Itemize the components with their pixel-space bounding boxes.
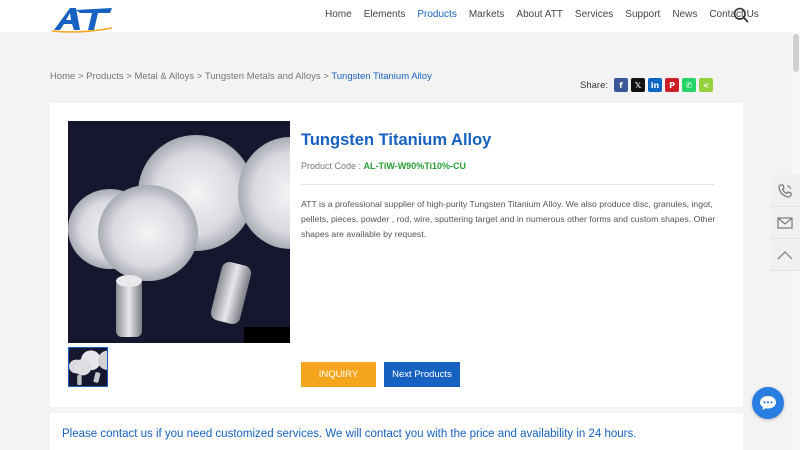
email-button[interactable] bbox=[770, 207, 800, 239]
share-bar: Share: f 𝕏 in P ✆ < bbox=[580, 78, 713, 92]
custom-service-notice: Please contact us if you need customized… bbox=[62, 428, 637, 440]
phone-icon bbox=[778, 183, 792, 198]
linkedin-share-icon[interactable]: in bbox=[648, 78, 662, 92]
nav-support[interactable]: Support bbox=[625, 9, 660, 20]
next-products-button[interactable]: Next Products bbox=[384, 362, 460, 387]
att-logo[interactable] bbox=[50, 4, 114, 34]
phone-button[interactable] bbox=[770, 175, 800, 207]
chat-bubble-icon bbox=[760, 396, 776, 410]
whatsapp-share-icon[interactable]: ✆ bbox=[682, 78, 696, 92]
breadcrumb-products[interactable]: Products bbox=[86, 71, 124, 82]
floating-side-tools bbox=[770, 175, 800, 271]
product-description: ATT is a professional supplier of high-p… bbox=[301, 199, 716, 239]
product-card: Tungsten Titanium Alloy Product Code : A… bbox=[50, 103, 743, 407]
breadcrumb-separator: > bbox=[75, 71, 87, 82]
product-code-value: AL-TiW-W90%Ti10%-CU bbox=[363, 161, 467, 171]
share-label: Share: bbox=[580, 79, 608, 91]
inquiry-button[interactable]: INQUIRY bbox=[301, 362, 376, 387]
chat-button[interactable] bbox=[752, 387, 784, 419]
custom-service-notice-bar: Please contact us if you need customized… bbox=[50, 413, 743, 450]
breadcrumb-separator: > bbox=[123, 71, 135, 82]
site-header: Home Elements Products Markets About ATT… bbox=[0, 0, 800, 34]
breadcrumb-current: Tungsten Titanium Alloy bbox=[331, 71, 432, 82]
product-main-image[interactable] bbox=[68, 121, 290, 343]
nav-services[interactable]: Services bbox=[575, 9, 613, 20]
facebook-share-icon[interactable]: f bbox=[614, 78, 628, 92]
breadcrumb-separator: > bbox=[320, 71, 332, 82]
search-icon[interactable] bbox=[733, 7, 749, 23]
product-code: Product Code : AL-TiW-W90%Ti10%-CU bbox=[301, 161, 466, 171]
breadcrumb-metal-alloys[interactable]: Metal & Alloys bbox=[135, 71, 195, 82]
x-share-icon[interactable]: 𝕏 bbox=[631, 78, 645, 92]
pinterest-share-icon[interactable]: P bbox=[665, 78, 679, 92]
nav-markets[interactable]: Markets bbox=[469, 9, 505, 20]
scrollbar-thumb[interactable] bbox=[793, 34, 799, 72]
breadcrumb-tungsten[interactable]: Tungsten Metals and Alloys bbox=[205, 71, 321, 82]
breadcrumb: Home > Products > Metal & Alloys > Tungs… bbox=[50, 71, 432, 82]
nav-elements[interactable]: Elements bbox=[364, 9, 406, 20]
product-title: Tungsten Titanium Alloy bbox=[301, 131, 492, 149]
breadcrumb-separator: > bbox=[194, 71, 205, 82]
main-nav: Home Elements Products Markets About ATT… bbox=[325, 9, 771, 20]
sharethis-share-icon[interactable]: < bbox=[699, 78, 713, 92]
product-code-label: Product Code : bbox=[301, 161, 364, 171]
nav-about[interactable]: About ATT bbox=[516, 9, 563, 20]
divider bbox=[301, 184, 714, 185]
back-to-top-icon bbox=[777, 250, 793, 259]
nav-products[interactable]: Products bbox=[417, 9, 456, 20]
mail-icon bbox=[777, 216, 793, 229]
nav-home[interactable]: Home bbox=[325, 9, 352, 20]
breadcrumb-home[interactable]: Home bbox=[50, 71, 75, 82]
product-thumbnail[interactable] bbox=[68, 347, 108, 387]
nav-news[interactable]: News bbox=[672, 9, 697, 20]
back-to-top-button[interactable] bbox=[770, 239, 800, 271]
